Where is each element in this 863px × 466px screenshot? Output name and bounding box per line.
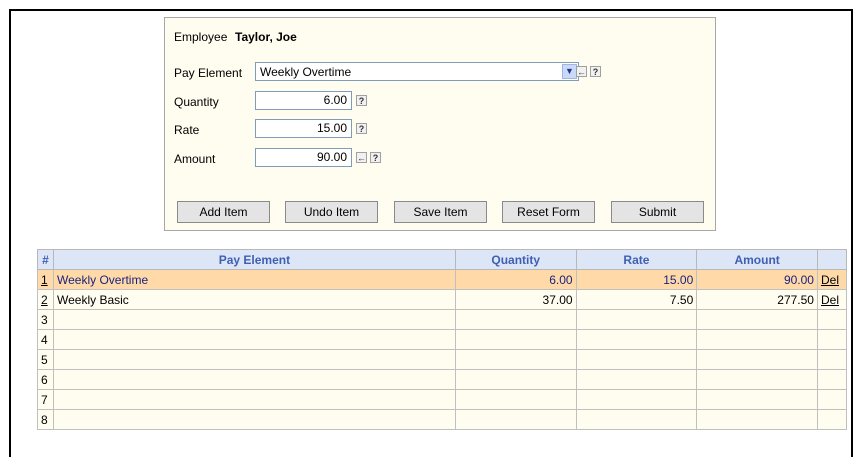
row-index: 5	[37, 349, 54, 370]
delete-link[interactable]: Del	[821, 293, 839, 307]
row-quantity: 6.00	[454, 269, 577, 290]
column-header-index: #	[37, 249, 54, 270]
row-amount: 277.50	[696, 289, 818, 310]
row-pay-element	[52, 369, 456, 390]
row-amount: 90.00	[696, 269, 818, 290]
column-header-action	[816, 249, 848, 270]
row-pay-element	[52, 389, 456, 410]
undo-item-button[interactable]: Undo Item	[285, 201, 378, 223]
row-action	[816, 389, 848, 410]
table-row[interactable]: 6	[37, 369, 848, 390]
table-header-row: # Pay Element Quantity Rate Amount	[37, 249, 848, 270]
row-pay-element	[52, 329, 456, 350]
table-row[interactable]: 5	[37, 349, 848, 370]
window-frame-right-edge	[851, 9, 853, 457]
row-rate	[575, 329, 698, 350]
save-item-button[interactable]: Save Item	[394, 201, 487, 223]
row-pay-element: Weekly Basic	[52, 289, 456, 310]
row-action	[816, 349, 848, 370]
row-action: Del	[816, 269, 848, 290]
help-icon[interactable]: ?	[356, 123, 367, 134]
row-amount	[696, 309, 818, 330]
row-action	[816, 409, 848, 430]
table-row[interactable]: 1 Weekly Overtime 6.00 15.00 90.00 Del	[37, 269, 848, 290]
table-row[interactable]: 4	[37, 329, 848, 350]
pay-element-select[interactable]: Weekly Overtime ▼	[255, 62, 579, 81]
row-amount	[696, 369, 818, 390]
row-quantity	[454, 369, 577, 390]
column-header-quantity[interactable]: Quantity	[454, 249, 577, 270]
delete-link[interactable]: Del	[821, 273, 839, 287]
pay-items-table: # Pay Element Quantity Rate Amount 1 Wee…	[37, 249, 848, 430]
quantity-label: Quantity	[174, 95, 219, 109]
row-quantity	[454, 409, 577, 430]
row-pay-element	[52, 349, 456, 370]
row-rate	[575, 349, 698, 370]
pay-item-form: Employee Taylor, Joe Pay Element Weekly …	[164, 17, 716, 231]
row-quantity	[454, 329, 577, 350]
row-rate: 15.00	[575, 269, 698, 290]
help-icon[interactable]: ?	[356, 95, 367, 106]
row-rate	[575, 369, 698, 390]
row-index: 3	[37, 309, 54, 330]
help-icon[interactable]: ?	[370, 152, 381, 163]
row-rate: 7.50	[575, 289, 698, 310]
row-rate	[575, 389, 698, 410]
column-header-rate[interactable]: Rate	[575, 249, 698, 270]
row-index: 4	[37, 329, 54, 350]
row-rate	[575, 409, 698, 430]
row-action: Del	[816, 289, 848, 310]
back-arrow-icon[interactable]: ←	[356, 152, 367, 163]
row-amount	[696, 349, 818, 370]
row-pay-element	[52, 409, 456, 430]
column-header-pay-element[interactable]: Pay Element	[52, 249, 456, 270]
row-action	[816, 369, 848, 390]
row-index: 7	[37, 389, 54, 410]
amount-label: Amount	[174, 152, 216, 166]
row-index-link[interactable]: 1	[41, 273, 48, 287]
add-item-button[interactable]: Add Item	[177, 201, 270, 223]
row-index-link[interactable]: 2	[41, 293, 48, 307]
table-row[interactable]: 8	[37, 409, 848, 430]
row-index: 8	[37, 409, 54, 430]
row-quantity: 37.00	[454, 289, 577, 310]
employee-name: Taylor, Joe	[235, 30, 297, 44]
employee-label: Employee	[174, 30, 228, 44]
table-row[interactable]: 3	[37, 309, 848, 330]
pay-element-selected-value: Weekly Overtime	[260, 65, 352, 79]
amount-field[interactable]: 90.00	[255, 148, 352, 167]
column-header-amount[interactable]: Amount	[696, 249, 818, 270]
row-index-link[interactable]: 1	[37, 269, 54, 290]
rate-field[interactable]: 15.00	[255, 119, 352, 138]
pay-element-label: Pay Element	[174, 66, 243, 80]
rate-label: Rate	[174, 123, 200, 137]
row-action	[816, 329, 848, 350]
quantity-field[interactable]: 6.00	[255, 91, 352, 110]
row-index: 6	[37, 369, 54, 390]
row-quantity	[454, 389, 577, 410]
table-row[interactable]: 2 Weekly Basic 37.00 7.50 277.50 Del	[37, 289, 848, 310]
chevron-down-icon[interactable]: ▼	[562, 64, 577, 79]
back-arrow-icon[interactable]: ←	[576, 66, 587, 77]
row-pay-element	[52, 309, 456, 330]
row-action	[816, 309, 848, 330]
submit-button[interactable]: Submit	[611, 201, 704, 223]
row-rate	[575, 309, 698, 330]
row-amount	[696, 409, 818, 430]
row-quantity	[454, 309, 577, 330]
reset-form-button[interactable]: Reset Form	[502, 201, 595, 223]
row-pay-element: Weekly Overtime	[52, 269, 456, 290]
row-quantity	[454, 349, 577, 370]
row-amount	[696, 389, 818, 410]
table-row[interactable]: 7	[37, 389, 848, 410]
row-amount	[696, 329, 818, 350]
help-icon[interactable]: ?	[590, 66, 601, 77]
